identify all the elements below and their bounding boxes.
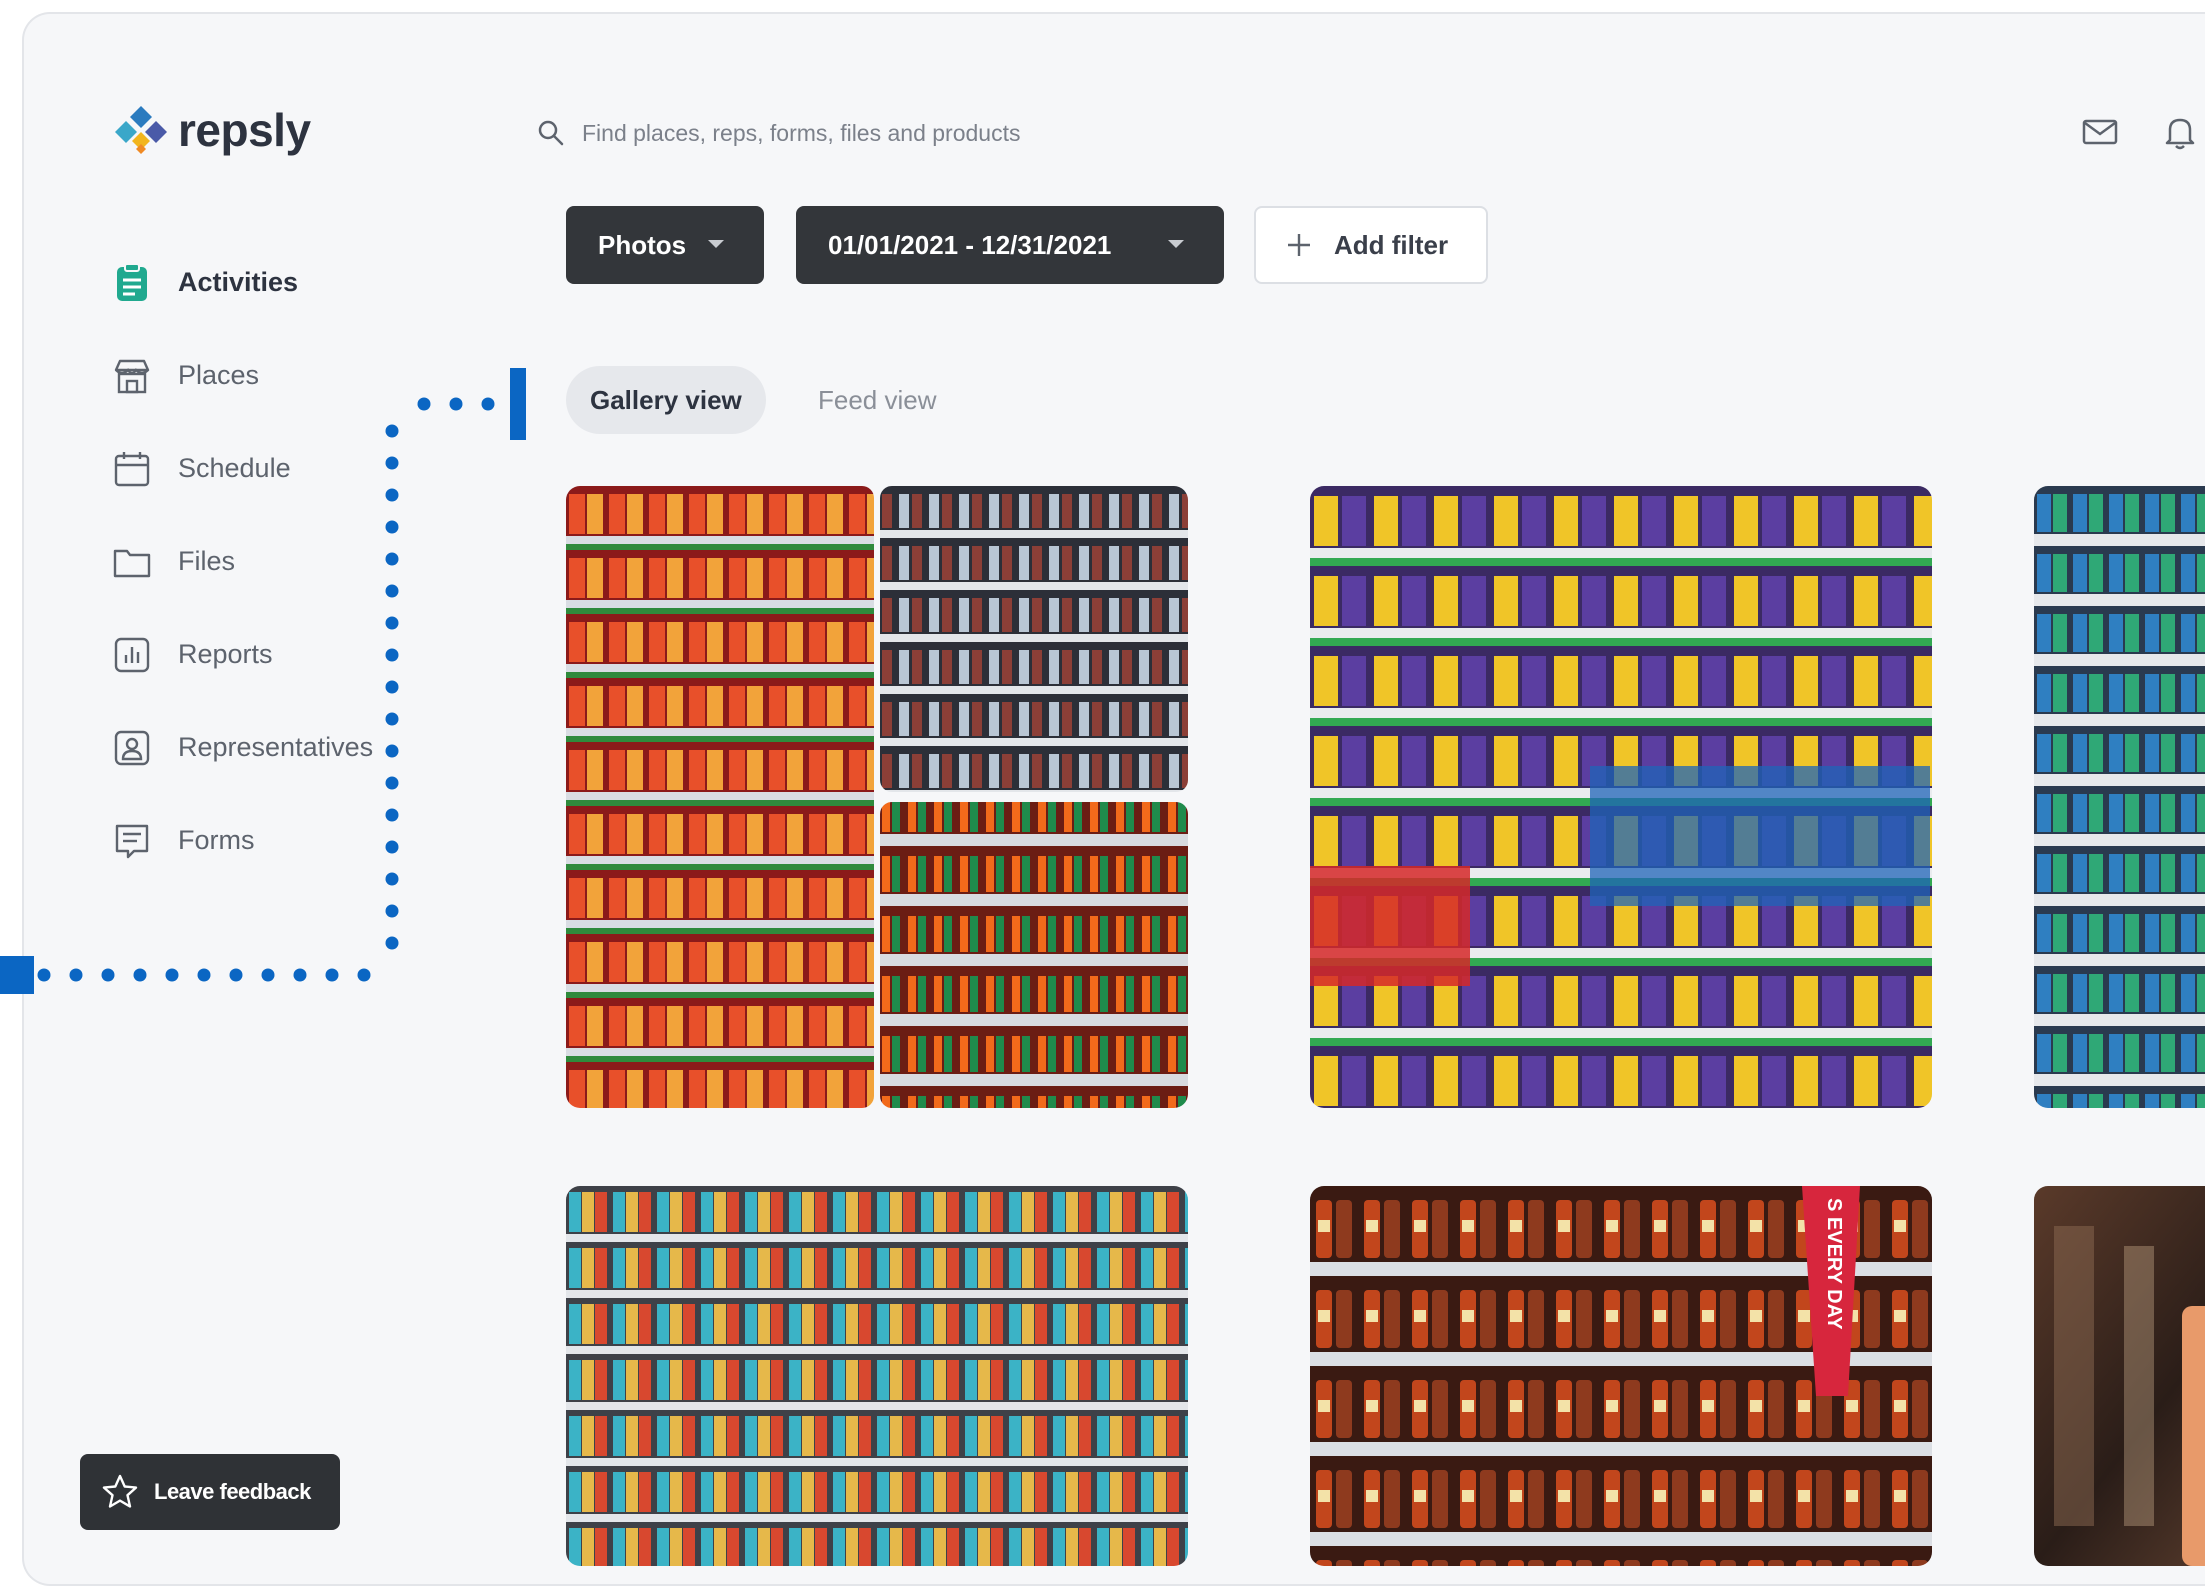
connector-end-marker [0, 956, 34, 994]
activities-icon [112, 262, 152, 303]
tab-gallery-view[interactable]: Gallery view [566, 366, 766, 434]
tab-label: Gallery view [590, 384, 742, 415]
connector-dot [37, 968, 51, 982]
photo-easter-eggs-shelf [1310, 486, 1932, 1108]
connector-dot [325, 968, 339, 982]
connector-dot [385, 744, 399, 758]
connector-dot [417, 397, 431, 411]
connector-dot [385, 424, 399, 438]
photo-card-confectionery[interactable] [1310, 486, 1932, 1108]
connector-dot [261, 968, 275, 982]
sidebar-item-label: Activities [178, 267, 299, 297]
sidebar-item-activities[interactable]: Activities [112, 236, 432, 329]
connector-dot [385, 552, 399, 566]
connector-dot [385, 680, 399, 694]
brand-name: repsly [178, 104, 311, 156]
brand-logo[interactable]: repsly [112, 102, 311, 158]
search-icon [538, 120, 564, 146]
photo-card-canned-fish[interactable] [566, 1186, 1188, 1566]
connector-dot [449, 397, 463, 411]
connector-dot [385, 584, 399, 598]
mail-icon[interactable] [2080, 112, 2120, 152]
connector-dot [197, 968, 211, 982]
add-filter-label: Add filter [1334, 229, 1449, 260]
connector-dot [229, 968, 243, 982]
global-search [536, 118, 1282, 148]
date-range-dropdown[interactable]: 01/01/2021 - 12/31/2021 [796, 206, 1224, 284]
connector-dot [133, 968, 147, 982]
connector-dot [385, 456, 399, 470]
bell-icon[interactable] [2160, 112, 2200, 152]
repsly-logo-icon [115, 106, 167, 154]
connector-dot [385, 808, 399, 822]
connector-dot [481, 397, 495, 411]
connector-dot [385, 616, 399, 630]
date-range-label: 01/01/2021 - 12/31/2021 [828, 229, 1112, 260]
connector-dot [385, 872, 399, 886]
photos-filter-dropdown[interactable]: Photos [566, 206, 764, 284]
connector-dot [385, 776, 399, 790]
photos-filter-label: Photos [598, 229, 687, 260]
connector-dot [293, 968, 307, 982]
connector-dot [385, 488, 399, 502]
connector-dot [357, 968, 371, 982]
feedback-label: Leave feedback [154, 1479, 311, 1504]
photo-juice-bottles-shelf: S EVERY DAY [1310, 1186, 1932, 1566]
connector-dot [385, 648, 399, 662]
plus-icon [1288, 234, 1310, 256]
photo-canned-fish-shelf [566, 1186, 1188, 1566]
photo-collage-shelves [566, 486, 1188, 1108]
promo-sign-text: S EVERY DAY [1823, 1198, 1845, 1330]
connector-dot [385, 712, 399, 726]
photo-grocery-aisle [2034, 486, 2205, 1108]
connector-dot [385, 904, 399, 918]
leave-feedback-button[interactable]: Leave feedback [80, 1454, 340, 1530]
connector-dot [385, 936, 399, 950]
connector-end-marker [510, 368, 526, 440]
star-icon [102, 1474, 138, 1508]
callout-connector [0, 368, 526, 994]
tab-feed-view[interactable]: Feed view [818, 366, 937, 434]
photo-card-beverage-bottles[interactable] [2034, 1186, 2205, 1566]
connector-dot [385, 840, 399, 854]
search-input[interactable] [582, 119, 1282, 147]
add-filter-button[interactable]: Add filter [1254, 206, 1488, 284]
photo-card-collage[interactable] [566, 486, 1188, 1108]
photo-card-grocery-aisle[interactable] [2034, 486, 2205, 1108]
connector-dot [385, 520, 399, 534]
connector-dot [101, 968, 115, 982]
photo-beverage-closeup [2034, 1186, 2205, 1566]
chevron-down-icon [1168, 240, 1184, 248]
tab-label: Feed view [818, 384, 937, 415]
photo-card-juice-bottles[interactable]: S EVERY DAY [1310, 1186, 1932, 1566]
chevron-down-icon [708, 240, 724, 248]
connector-dot [165, 968, 179, 982]
connector-dot [69, 968, 83, 982]
